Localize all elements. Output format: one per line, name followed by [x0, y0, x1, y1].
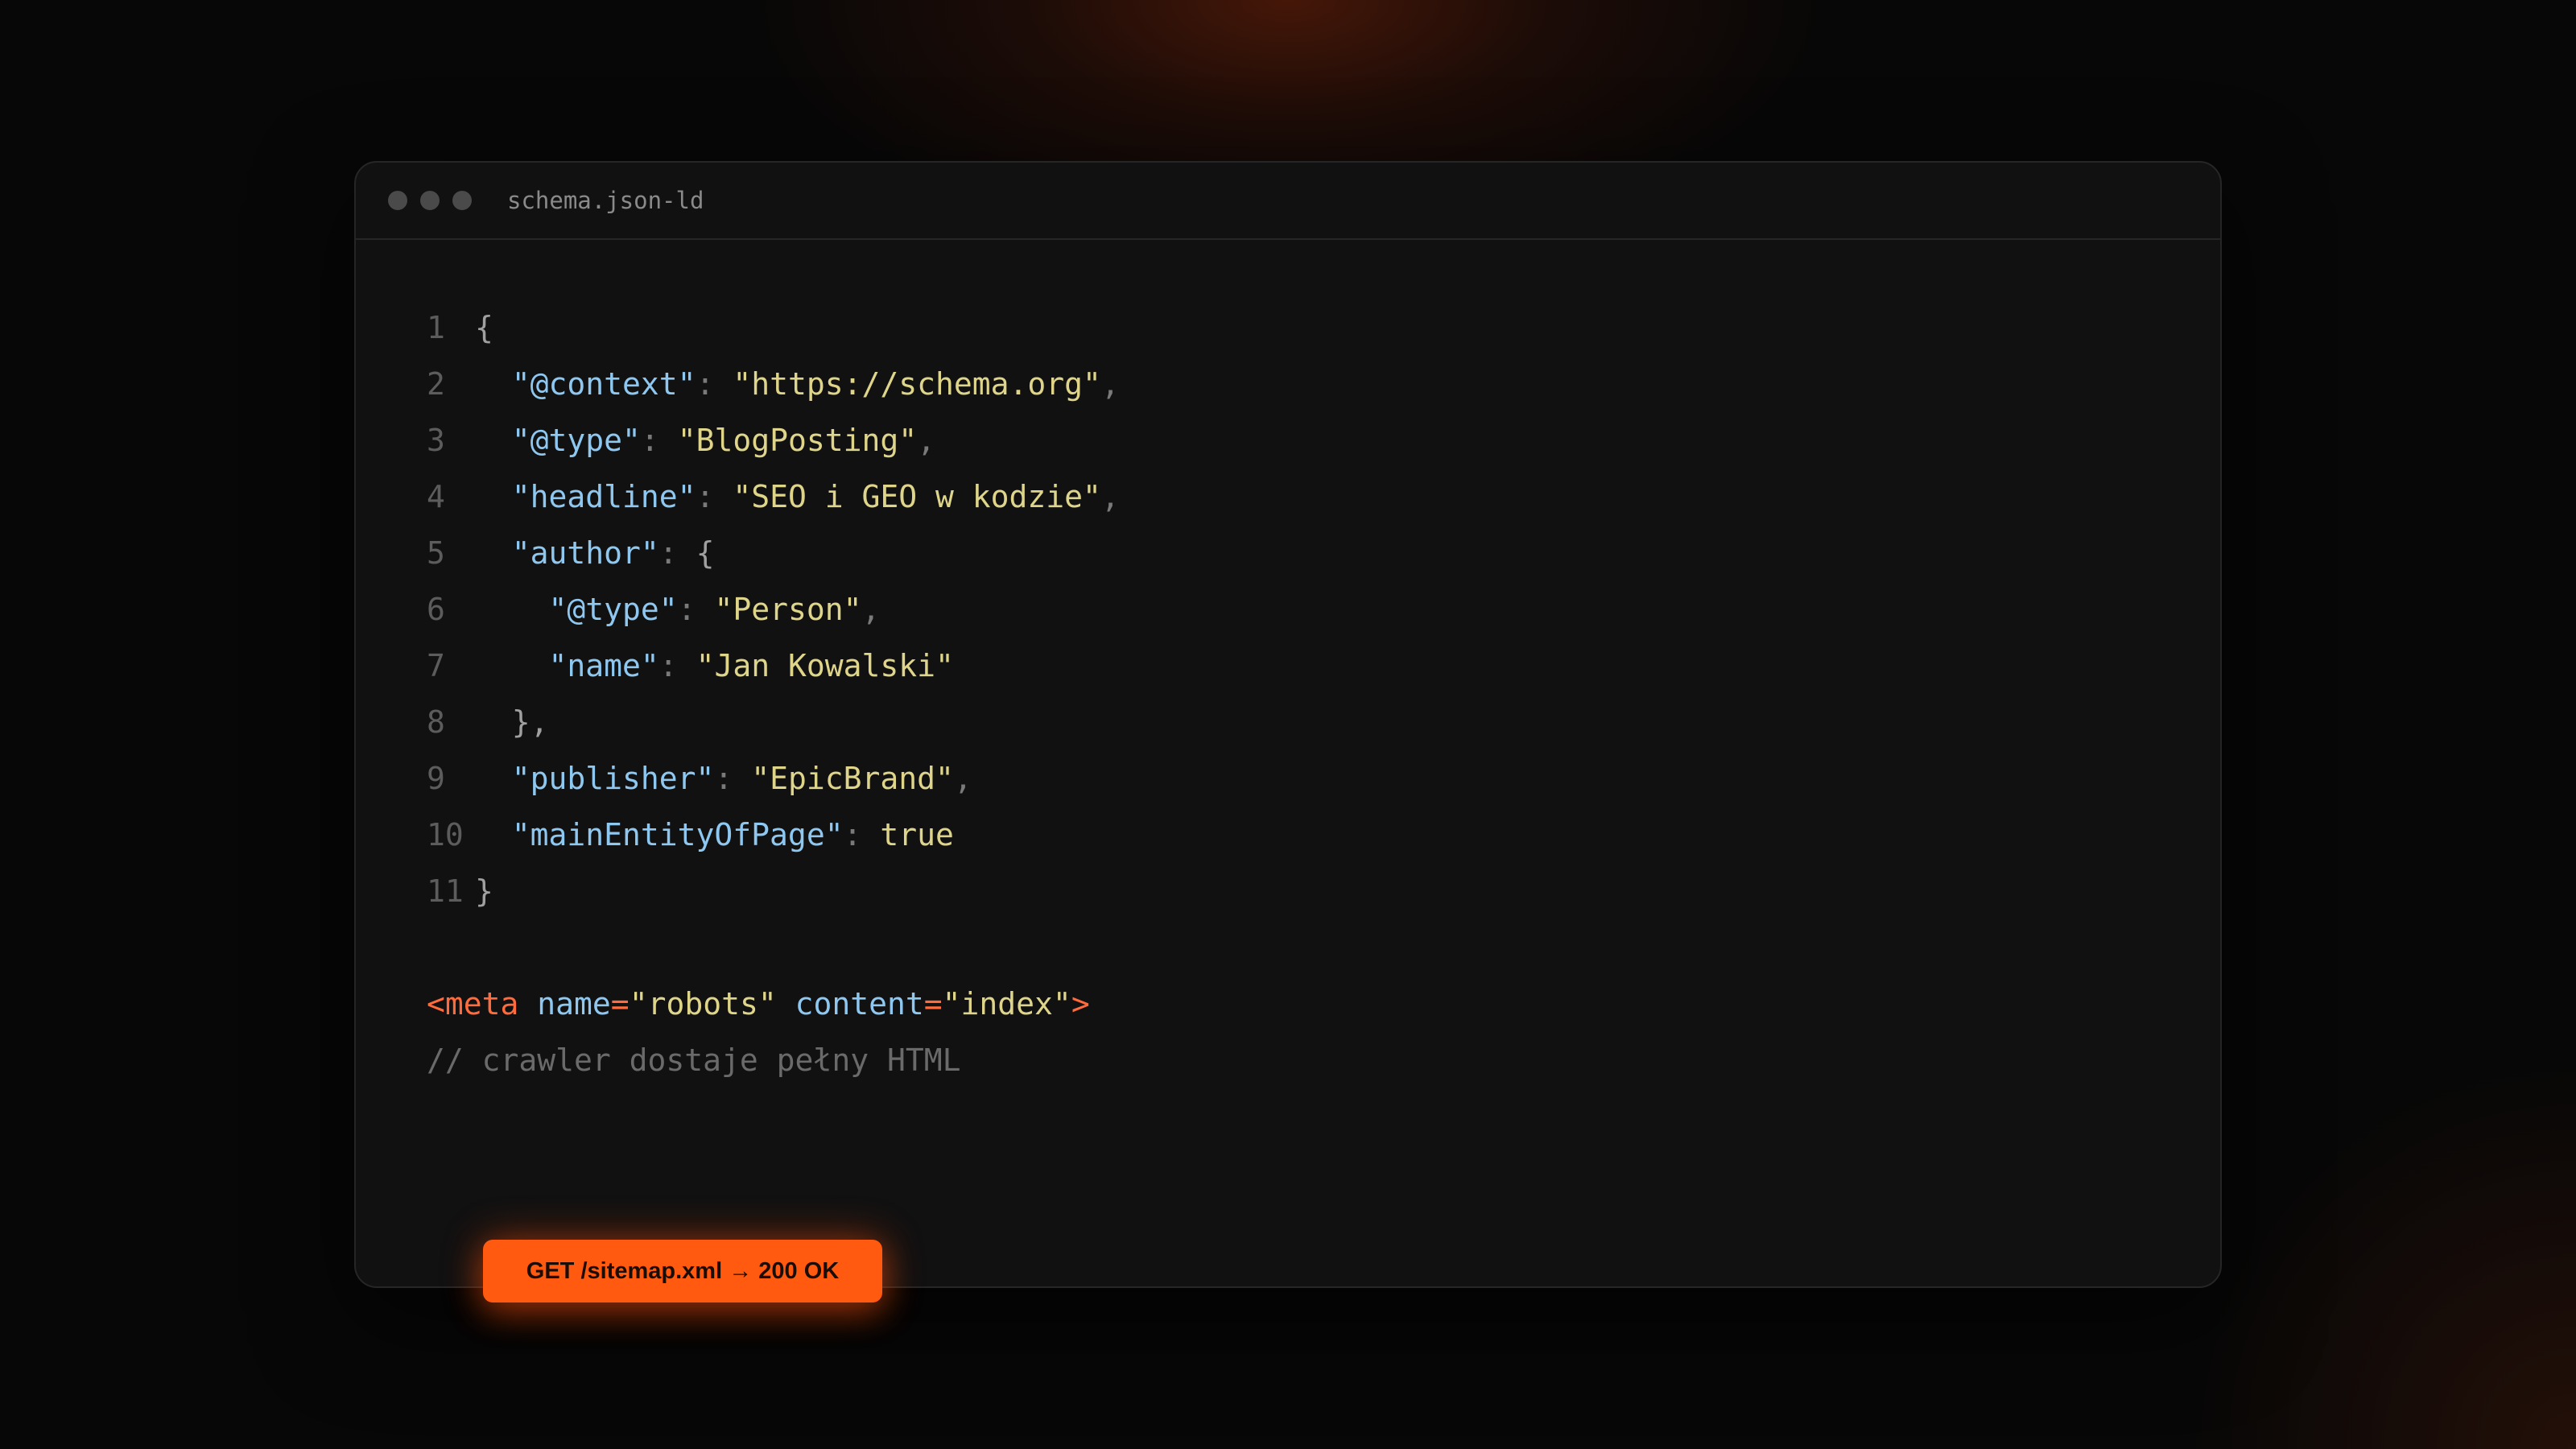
- line-number: 4: [427, 479, 445, 514]
- line-number: 7: [427, 648, 445, 683]
- json-string: "BlogPosting": [677, 423, 918, 458]
- line-number: 11: [427, 873, 464, 909]
- json-string: "Jan Kowalski": [696, 648, 954, 683]
- html-attr-value: "robots": [629, 986, 777, 1022]
- line-number: 1: [427, 310, 445, 345]
- line-number: 6: [427, 592, 445, 627]
- line-number: 2: [427, 366, 445, 402]
- punct: :: [843, 817, 862, 852]
- punct: :: [696, 366, 715, 402]
- code-line: 3 "@type": "BlogPosting",: [427, 412, 1120, 469]
- brace: {: [696, 535, 715, 571]
- brace: }: [475, 873, 493, 909]
- line-number: 10: [427, 817, 464, 852]
- brace: {: [475, 310, 493, 345]
- code-line: 11}: [427, 863, 1120, 919]
- window-titlebar: schema.json-ld: [356, 163, 2220, 240]
- brace: },: [511, 704, 549, 740]
- window-filename: schema.json-ld: [507, 187, 704, 214]
- punct: :: [696, 479, 715, 514]
- code-line: 8 },: [427, 694, 1120, 750]
- status-badge: GET /sitemap.xml → 200 OK: [483, 1240, 882, 1302]
- json-key: "author": [511, 535, 659, 571]
- json-boolean: true: [880, 817, 954, 852]
- punct: ,: [1100, 479, 1120, 514]
- meta-tag-line: <meta name = "robots" content = "index" >: [427, 976, 1120, 1032]
- html-attr-content: content: [795, 986, 924, 1022]
- punct: ,: [1100, 366, 1120, 402]
- code-line: 5 "author": {: [427, 525, 1120, 581]
- html-attr-name: name: [537, 986, 611, 1022]
- json-key: "headline": [511, 479, 696, 514]
- html-equals: =: [923, 986, 943, 1022]
- code-comment: // crawler dostaje pełny HTML: [427, 1042, 961, 1078]
- json-string: "https://schema.org": [733, 366, 1101, 402]
- punct: :: [714, 761, 733, 796]
- code-window: schema.json-ld 1{ 2 "@context": "https:/…: [354, 161, 2222, 1288]
- code-line: 9 "publisher": "EpicBrand",: [427, 750, 1120, 807]
- line-number: 5: [427, 535, 445, 571]
- json-key: "@type": [548, 592, 678, 627]
- punct: :: [677, 592, 696, 627]
- code-line: 2 "@context": "https://schema.org",: [427, 356, 1120, 412]
- code-line: 7 "name": "Jan Kowalski": [427, 638, 1120, 694]
- line-number: 9: [427, 761, 445, 796]
- punct: ,: [917, 423, 936, 458]
- html-tag-open: <meta: [427, 986, 519, 1022]
- punct: ,: [953, 761, 972, 796]
- code-comment-line: // crawler dostaje pełny HTML: [427, 1032, 1120, 1088]
- punct: ,: [861, 592, 881, 627]
- code-line: 4 "headline": "SEO i GEO w kodzie",: [427, 469, 1120, 525]
- code-editor: 1{ 2 "@context": "https://schema.org", 3…: [427, 299, 1120, 1088]
- punct: :: [658, 535, 678, 571]
- code-line: 10 "mainEntityOfPage": true: [427, 807, 1120, 863]
- json-key: "publisher": [511, 761, 715, 796]
- json-key: "@context": [511, 366, 696, 402]
- html-equals: =: [610, 986, 630, 1022]
- code-line: 6 "@type": "Person",: [427, 581, 1120, 638]
- html-attr-value: "index": [942, 986, 1071, 1022]
- window-maximize-dot[interactable]: [452, 191, 472, 210]
- json-string: "EpicBrand": [751, 761, 954, 796]
- json-key: "mainEntityOfPage": [511, 817, 844, 852]
- window-close-dot[interactable]: [388, 191, 407, 210]
- window-minimize-dot[interactable]: [420, 191, 440, 210]
- line-number: 8: [427, 704, 445, 740]
- json-string: "SEO i GEO w kodzie": [733, 479, 1101, 514]
- code-line: 1{: [427, 299, 1120, 356]
- json-string: "Person": [714, 592, 862, 627]
- punct: :: [640, 423, 659, 458]
- json-key: "@type": [511, 423, 641, 458]
- json-key: "name": [548, 648, 659, 683]
- punct: :: [658, 648, 678, 683]
- line-number: 3: [427, 423, 445, 458]
- html-tag-close: >: [1071, 986, 1090, 1022]
